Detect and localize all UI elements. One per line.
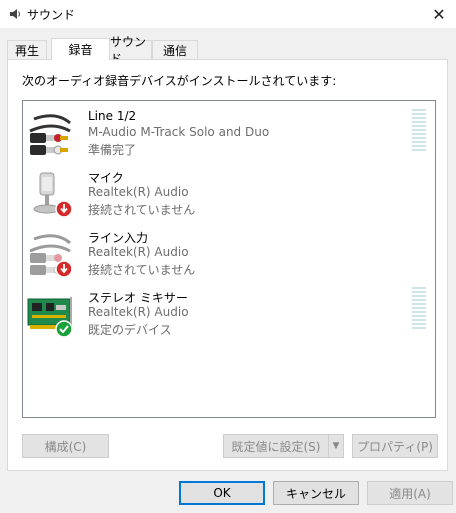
- properties-button[interactable]: プロパティ(P): [352, 434, 438, 458]
- set-default-dropdown[interactable]: ▼: [328, 434, 344, 458]
- device-item[interactable]: Line 1/2 M-Audio M-Track Solo and Duo 準備…: [23, 107, 435, 165]
- close-button[interactable]: ✕: [422, 0, 456, 28]
- device-status: 準備完了: [88, 143, 137, 157]
- rca-cable-icon: [29, 234, 73, 278]
- apply-button[interactable]: 適用(A): [367, 481, 453, 505]
- title-bar: サウンド ✕: [0, 0, 456, 28]
- device-driver: Realtek(R) Audio: [88, 305, 189, 319]
- configure-button[interactable]: 構成(C): [22, 434, 109, 458]
- ok-button[interactable]: OK: [179, 481, 265, 505]
- device-name: Line 1/2: [88, 109, 137, 123]
- device-driver: Realtek(R) Audio: [88, 185, 189, 199]
- cancel-button[interactable]: キャンセル: [273, 481, 359, 505]
- instruction-text: 次のオーディオ録音デバイスがインストールされています:: [22, 74, 337, 88]
- tab-sounds[interactable]: サウンド: [109, 35, 152, 66]
- set-default-button[interactable]: 既定値に設定(S): [223, 434, 329, 458]
- close-icon: ✕: [432, 4, 446, 24]
- device-name: ステレオ ミキサー: [88, 291, 188, 305]
- device-status: 既定のデバイス: [88, 323, 172, 337]
- microphone-icon: [33, 172, 73, 218]
- device-name: マイク: [88, 171, 124, 185]
- level-meter: [412, 109, 426, 153]
- speaker-icon: [10, 9, 20, 19]
- device-item[interactable]: マイク Realtek(R) Audio 接続されていません: [23, 167, 435, 225]
- recording-panel: 次のオーディオ録音デバイスがインストールされています: Line 1/2 M-A…: [7, 59, 448, 471]
- level-meter: [412, 287, 426, 331]
- tab-playback[interactable]: 再生: [7, 40, 47, 59]
- device-item[interactable]: ライン入力 Realtek(R) Audio 接続されていません: [23, 227, 435, 285]
- tab-communications[interactable]: 通信: [152, 40, 198, 59]
- window-title: サウンド: [27, 8, 76, 22]
- device-name: ライン入力: [88, 231, 149, 245]
- device-item[interactable]: ステレオ ミキサー Realtek(R) Audio 既定のデバイス: [23, 287, 435, 345]
- device-list[interactable]: Line 1/2 M-Audio M-Track Solo and Duo 準備…: [22, 100, 436, 418]
- device-driver: M-Audio M-Track Solo and Duo: [88, 125, 270, 139]
- tab-recording[interactable]: 録音: [51, 38, 110, 60]
- device-driver: Realtek(R) Audio: [88, 245, 189, 259]
- chevron-down-icon: ▼: [332, 441, 340, 451]
- sound-card-icon: [27, 297, 73, 338]
- rca-cable-icon: [29, 114, 71, 155]
- device-status: 接続されていません: [88, 263, 196, 277]
- device-status: 接続されていません: [88, 203, 196, 217]
